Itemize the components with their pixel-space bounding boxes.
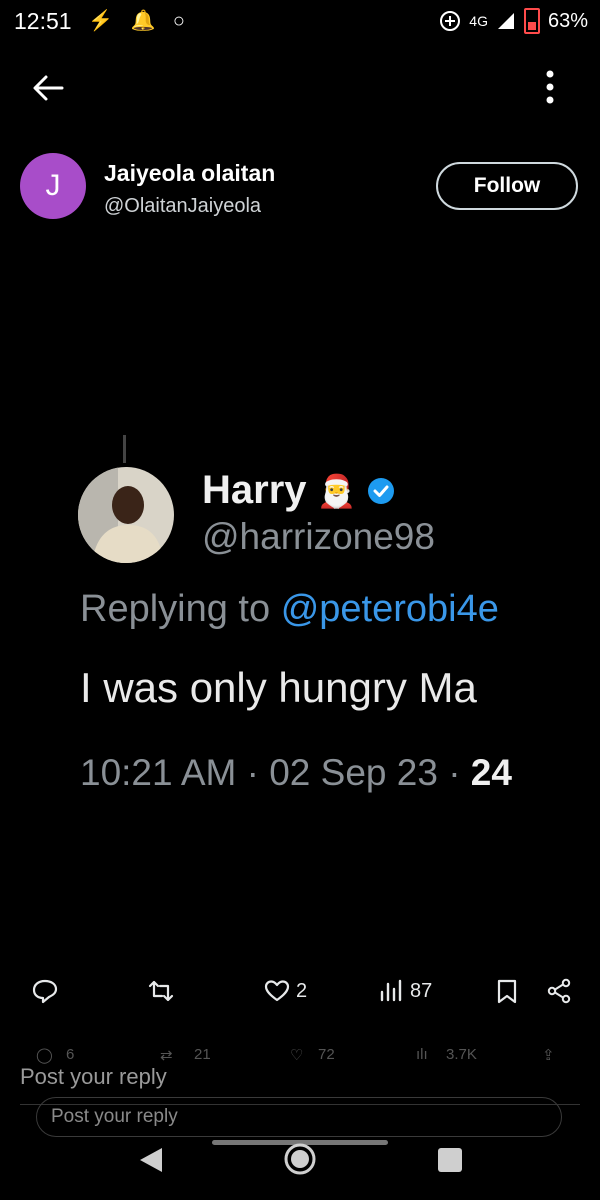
bookmark-button[interactable] [494,978,520,1004]
retweet-button[interactable] [148,978,180,1004]
profile-photo [78,467,174,563]
author-name[interactable]: Jaiyeola olaitan [104,160,275,187]
status-time: 12:51 [14,8,72,34]
embedded-name-row: Harry 🎅 [202,468,396,513]
embedded-handle: @harrizone98 [202,516,435,557]
nav-home-icon[interactable] [283,1142,317,1176]
retweet-icon [148,980,174,1002]
embedded-count: 24 [470,752,512,793]
nav-recents-icon[interactable] [438,1148,462,1172]
author-handle[interactable]: @OlaitanJaiyeola [104,195,261,218]
bg-share-icon: ⇪ [542,1047,555,1064]
battery-percent: 63% [547,9,588,32]
network-label: 4G [469,13,488,29]
embedded-timestamp: 10:21 AM · 02 Sep 23 · [80,752,471,793]
reply-label: Post your reply [20,1064,167,1089]
hotspot-icon [440,11,461,31]
nav-back-icon[interactable] [138,1146,164,1174]
bg-views-count: 3.7K [446,1046,477,1063]
bg-analytics-icon: ılı [416,1046,428,1063]
reply-icon [32,979,58,1004]
bg-retweet-icon: ⇄ [160,1047,173,1064]
thread-line [123,435,126,463]
analytics-icon [380,979,402,1002]
replying-to: Replying to @peterobi4e [80,588,600,631]
follow-button[interactable]: Follow [436,162,578,210]
reply-input[interactable] [36,1097,562,1137]
replying-prefix: Replying to [80,588,271,630]
like-count: 2 [296,979,308,1002]
back-arrow-icon[interactable] [30,70,66,106]
status-right: 4G 63% [439,8,588,34]
bg-reply-icon: ◯ [36,1047,53,1064]
santa-emoji: 🎅 [316,472,357,509]
reply-button[interactable] [32,978,58,1004]
action-bar: 2 87 [0,978,600,1018]
share-button[interactable] [546,978,572,1004]
embedded-meta: 10:21 AM · 02 Sep 23 · 24 [80,752,512,794]
more-options-icon[interactable] [536,68,564,108]
author-avatar[interactable]: J [20,153,86,219]
person-photo-icon [78,467,174,563]
like-button[interactable]: 2 [264,978,307,1004]
bookmark-icon [497,979,517,1004]
battery-icon [523,8,540,34]
notification-icons: ⚡ 🔔 ○ [88,10,191,32]
bg-like-count: 72 [318,1046,335,1063]
replying-mention: @peterobi4e [280,588,499,630]
verified-badge-icon [368,477,395,504]
bg-retweet-count: 21 [194,1046,211,1063]
embedded-text: I was only hungry Ma [80,664,477,711]
share-icon [547,978,571,1004]
signal-icon [497,13,514,29]
views-count: 87 [410,979,433,1002]
status-bar: 12:51 ⚡ 🔔 ○ 4G 63% [0,0,600,40]
views-button[interactable]: 87 [378,978,432,1004]
bg-heart-icon: ♡ [290,1047,304,1064]
avatar-letter: J [45,169,61,202]
heart-icon [264,980,290,1002]
embedded-name: Harry [202,468,307,512]
bg-reply-count: 6 [66,1046,75,1063]
